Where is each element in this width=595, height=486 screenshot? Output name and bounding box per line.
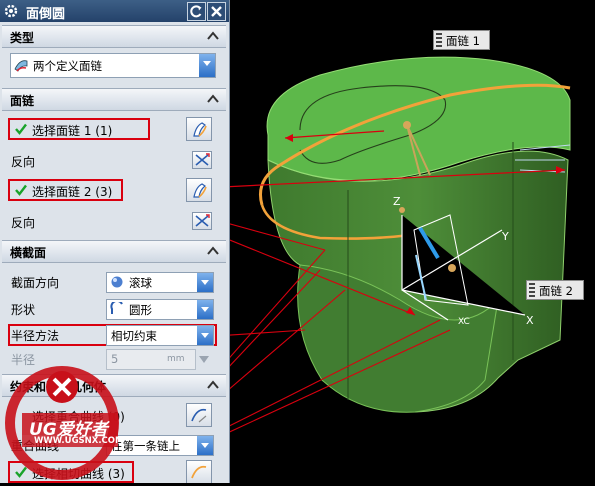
shape-row: 形状 圆形 <box>2 295 226 323</box>
radius-method-select[interactable]: 相切约束 <box>106 325 214 346</box>
select-curve-icon <box>191 465 207 479</box>
section-face-chain-label: 面链 <box>10 94 35 108</box>
axis-xc-label: XC <box>458 317 470 327</box>
axis-x-label: X <box>526 314 534 327</box>
reverse-direction-1-button[interactable] <box>192 151 212 169</box>
reverse-2-row: 反向 <box>2 208 226 236</box>
select-face-button[interactable] <box>186 178 212 202</box>
radius-unit: mm <box>167 354 185 364</box>
reverse-direction-icon <box>195 153 210 166</box>
select-face-button[interactable] <box>186 117 212 141</box>
section-face-chain-header[interactable]: 面链 <box>2 88 226 111</box>
face-chain-2-tag: 面链 2 <box>526 280 584 300</box>
select-face-icon <box>193 122 207 137</box>
reverse-1-row: 反向 <box>2 147 226 175</box>
shape-select[interactable]: 圆形 <box>106 299 214 320</box>
close-button[interactable] <box>207 2 226 21</box>
face-chain-1-tag: 面链 1 <box>433 30 490 50</box>
section-direction-value: 滚球 <box>129 276 152 290</box>
section-type-label: 类型 <box>10 31 35 45</box>
dialog-titlebar: 面倒圆 <box>0 0 229 22</box>
section-direction-row: 截面方向 滚球 <box>2 268 226 296</box>
section-cross-section-label: 横截面 <box>10 246 47 260</box>
rolling-ball-icon <box>111 276 123 288</box>
section-type-header[interactable]: 类型 <box>2 25 226 48</box>
select-face-chain-1-row[interactable]: 选择面链 1 (1) <box>2 116 226 144</box>
select-face-chain-1-label: 选择面链 1 (1) <box>32 124 113 138</box>
reverse-direction-2-button[interactable] <box>192 212 212 230</box>
graphics-viewport[interactable]: Z Y X XC 面链 1 面链 2 <box>120 0 595 483</box>
select-tangent-curve-button[interactable] <box>186 460 212 483</box>
grip-icon <box>529 283 535 297</box>
chevron-up-icon[interactable] <box>206 29 220 43</box>
chevron-down-icon[interactable] <box>197 436 213 455</box>
chevron-down-icon[interactable] <box>197 300 213 319</box>
reset-button[interactable] <box>187 2 206 21</box>
chevron-down-icon[interactable] <box>197 326 213 345</box>
select-curve-button[interactable] <box>186 403 212 427</box>
axis-y-label: Y <box>501 230 509 243</box>
chevron-up-icon[interactable] <box>206 244 220 258</box>
select-face-chain-2-label: 选择面链 2 (3) <box>32 185 113 199</box>
dropdown-arrow-icon[interactable] <box>198 353 210 365</box>
radius-method-value: 相切约束 <box>111 329 157 343</box>
circular-shape-icon <box>110 302 123 314</box>
gear-icon[interactable] <box>2 2 20 20</box>
chevron-up-icon[interactable] <box>206 378 220 392</box>
shape-label: 形状 <box>11 303 36 317</box>
check-icon <box>15 184 27 196</box>
select-face-icon <box>193 183 207 198</box>
chevron-up-icon[interactable] <box>206 92 220 106</box>
section-direction-select[interactable]: 滚球 <box>106 272 214 293</box>
chevron-down-icon[interactable] <box>197 273 213 292</box>
type-select-value: 两个定义面链 <box>33 59 102 73</box>
axis-z-label: Z <box>393 195 401 208</box>
face-chain-type-icon <box>14 60 28 72</box>
chevron-down-icon[interactable] <box>199 54 215 77</box>
model-graphics: Z Y X XC <box>120 56 571 479</box>
ug-watermark: UG爱好者 WWW.UGSNX.COM <box>0 357 135 483</box>
reverse-2-label: 反向 <box>11 216 36 230</box>
dialog-title: 面倒圆 <box>26 7 66 22</box>
select-curve-icon <box>191 408 207 423</box>
section-direction-label: 截面方向 <box>11 276 60 290</box>
check-icon <box>15 123 27 135</box>
section-cross-section-header[interactable]: 横截面 <box>2 240 226 263</box>
radius-method-label: 半径方法 <box>11 329 60 343</box>
reverse-direction-icon <box>195 214 210 227</box>
watermark-url: WWW.UGSNX.COM <box>34 436 124 446</box>
type-select[interactable]: 两个定义面链 <box>10 53 216 78</box>
reset-icon <box>190 5 202 18</box>
grip-icon <box>436 33 442 47</box>
select-face-chain-2-row[interactable]: 选择面链 2 (3) <box>2 177 226 205</box>
shape-value: 圆形 <box>129 303 152 317</box>
close-icon <box>211 6 222 17</box>
reverse-1-label: 反向 <box>11 155 36 169</box>
